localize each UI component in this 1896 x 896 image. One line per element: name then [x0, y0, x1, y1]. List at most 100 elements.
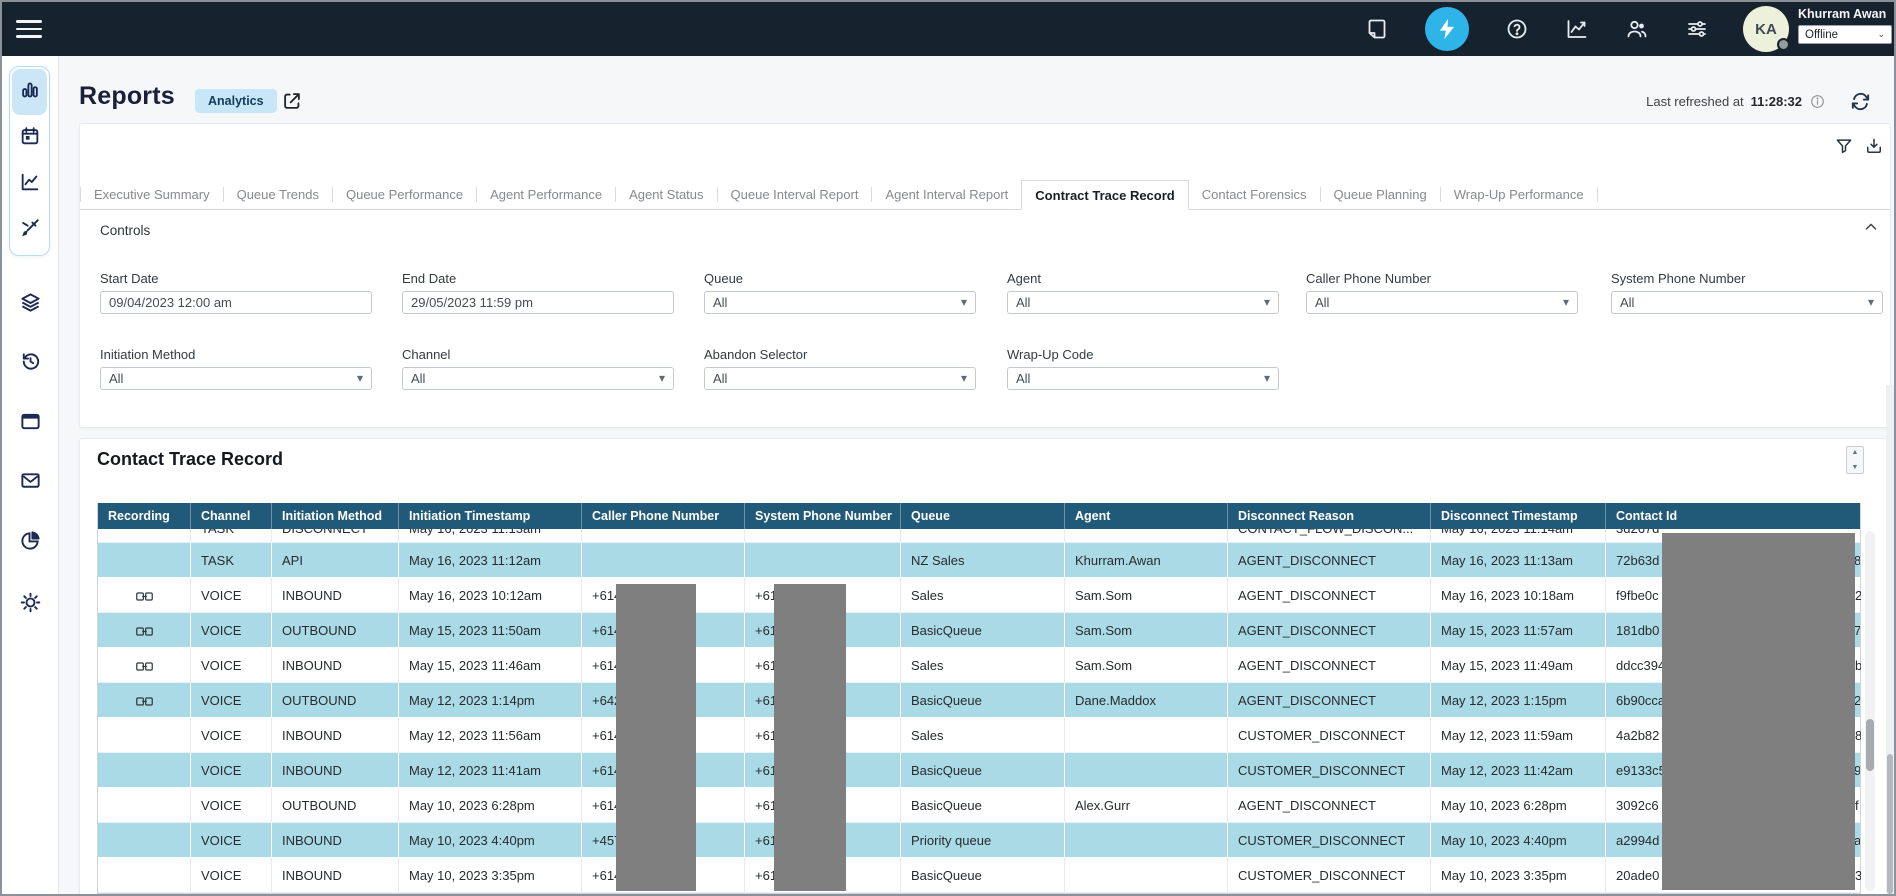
filter-channel-select[interactable]: All▾ [402, 367, 674, 390]
tab-queue-interval-report[interactable]: Queue Interval Report [718, 180, 872, 209]
table-row[interactable]: VOICEOUTBOUNDMay 10, 2023 6:28pm+614+612… [98, 788, 1860, 823]
cell-recording [98, 529, 191, 542]
people-icon[interactable] [1625, 17, 1649, 41]
page-scrollbar-track[interactable] [1886, 385, 1894, 896]
hamburger-menu-icon[interactable] [16, 16, 42, 42]
cell-queue: BasicQueue [901, 613, 1065, 647]
tab-contact-forensics[interactable]: Contact Forensics [1189, 180, 1320, 209]
table-row[interactable]: VOICEOUTBOUNDMay 12, 2023 1:14pm+642+612… [98, 683, 1860, 718]
column-header-recording[interactable]: Recording [98, 503, 191, 529]
filter-system-phone-number-select[interactable]: All▾ [1611, 291, 1883, 314]
filter-start-date-label: Start Date [100, 271, 372, 286]
contact-id-prefix: 72b63d [1616, 553, 1659, 568]
page-scrollbar-thumb[interactable] [1887, 754, 1893, 894]
chevron-down-icon: ▾ [357, 371, 363, 385]
sidebar-item-design[interactable] [12, 207, 47, 253]
cell-text: Sales [911, 658, 944, 673]
table-title-scrollbar[interactable]: ▲▼ [1846, 446, 1864, 474]
table-scrollbar-track[interactable] [1865, 531, 1875, 891]
tab-queue-planning[interactable]: Queue Planning [1321, 180, 1440, 209]
cell-agent [1065, 858, 1228, 892]
sidebar-item-layers[interactable] [2, 291, 59, 319]
column-header-system-phone-number[interactable]: System Phone Number [745, 503, 901, 529]
topbar: KA Khurram Awan Offline ⌄ [2, 2, 1894, 56]
table-row[interactable]: VOICEINBOUNDMay 12, 2023 11:41am+614+612… [98, 753, 1860, 788]
table-scrollbar-thumb[interactable] [1866, 719, 1874, 771]
column-header-agent[interactable]: Agent [1065, 503, 1228, 529]
contact-id-prefix: e9133c5 [1616, 763, 1666, 778]
refresh-icon[interactable] [1849, 90, 1872, 113]
info-icon[interactable] [1809, 93, 1826, 110]
table-row[interactable]: VOICEOUTBOUNDMay 15, 2023 11:50am+614+61… [98, 613, 1860, 648]
column-header-channel[interactable]: Channel [191, 503, 272, 529]
filter-initiation-method-select[interactable]: All▾ [100, 367, 372, 390]
column-header-disconnect-reason[interactable]: Disconnect Reason [1228, 503, 1431, 529]
tab-queue-performance[interactable]: Queue Performance [333, 180, 476, 209]
cell-queue: BasicQueue [901, 683, 1065, 717]
sliders-icon[interactable] [1685, 17, 1709, 41]
tab-queue-trends[interactable]: Queue Trends [224, 180, 332, 209]
table-row[interactable]: VOICEINBOUNDMay 16, 2023 10:12am+614+612… [98, 578, 1860, 613]
filter-wrap-up-code-select[interactable]: All▾ [1007, 367, 1279, 390]
cell-queue: Sales [901, 648, 1065, 682]
filter-queue-select[interactable]: All▾ [704, 291, 976, 314]
tab-agent-interval-report[interactable]: Agent Interval Report [872, 180, 1021, 209]
help-icon[interactable] [1505, 17, 1529, 41]
cell-recording [98, 718, 191, 752]
cell-text: May 16, 2023 11:13am [1441, 553, 1573, 568]
sidebar-item-pie-chart[interactable] [2, 529, 59, 557]
contact-id-prefix: a2994d [1616, 833, 1659, 848]
column-header-queue[interactable]: Queue [901, 503, 1065, 529]
tab-agent-performance[interactable]: Agent Performance [477, 180, 615, 209]
tab-executive-summary[interactable]: Executive Summary [81, 180, 223, 209]
table-row[interactable]: TASKAPIMay 16, 2023 11:12amNZ SalesKhurr… [98, 543, 1860, 578]
settings-icon [19, 591, 42, 619]
filter-end-date-input[interactable]: 29/05/2023 11:59 pm [402, 291, 674, 314]
status-select[interactable]: Offline ⌄ [1798, 25, 1892, 44]
filter-abandon-selector-select[interactable]: All▾ [704, 367, 976, 390]
column-header-disconnect-timestamp[interactable]: Disconnect Timestamp [1431, 503, 1606, 529]
column-header-initiation-method[interactable]: Initiation Method [272, 503, 399, 529]
cell-text: INBOUND [282, 763, 342, 778]
notes-icon[interactable] [1365, 17, 1389, 41]
download-icon[interactable] [1864, 136, 1884, 156]
sidebar-item-bar-chart[interactable] [12, 69, 47, 115]
tab-agent-status[interactable]: Agent Status [616, 180, 716, 209]
recording-link-icon[interactable] [136, 625, 153, 636]
table-row[interactable]: TASKDISCONNECTMay 16, 2023 11:13amCONTAC… [98, 529, 1860, 543]
tab-wrap-up-performance[interactable]: Wrap-Up Performance [1441, 180, 1597, 209]
filter-caller-phone-number-select[interactable]: All▾ [1306, 291, 1578, 314]
sidebar-item-mail[interactable] [2, 469, 59, 497]
table-row[interactable]: VOICEINBOUNDMay 12, 2023 11:56am+614+612… [98, 718, 1860, 753]
cell-text: May 10, 2023 3:35pm [409, 868, 535, 883]
cell-text: May 10, 2023 4:40pm [1441, 833, 1567, 848]
recording-link-icon[interactable] [136, 590, 153, 601]
external-link-icon[interactable] [281, 90, 303, 112]
flash-icon[interactable] [1425, 7, 1469, 51]
page-title: Reports [79, 82, 175, 111]
table-row[interactable]: VOICEINBOUNDMay 15, 2023 11:46am+614+612… [98, 648, 1860, 683]
filter-start-date-input[interactable]: 09/04/2023 12:00 am [100, 291, 372, 314]
tab-contract-trace-record[interactable]: Contract Trace Record [1021, 180, 1188, 210]
table-row[interactable]: VOICEINBOUNDMay 10, 2023 3:35pm+614+612B… [98, 858, 1860, 893]
recording-link-icon[interactable] [136, 660, 153, 671]
sidebar-item-window[interactable] [2, 410, 59, 438]
sidebar-item-line-chart[interactable] [12, 161, 47, 207]
column-header-caller-phone-number[interactable]: Caller Phone Number [582, 503, 745, 529]
sidebar-item-settings[interactable] [2, 591, 59, 619]
column-header-contact-id[interactable]: Contact Id [1606, 503, 1862, 529]
column-header-initiation-timestamp[interactable]: Initiation Timestamp [399, 503, 582, 529]
table-row[interactable]: VOICEINBOUNDMay 10, 2023 4:40pm+457+612P… [98, 823, 1860, 858]
controls-card: Executive SummaryQueue TrendsQueue Perfo… [79, 123, 1891, 428]
filter-funnel-icon[interactable] [1834, 136, 1854, 156]
metrics-icon[interactable] [1565, 17, 1589, 41]
chevron-up-icon[interactable] [1862, 218, 1880, 236]
recording-link-icon[interactable] [136, 695, 153, 706]
sidebar-item-calendar[interactable] [12, 115, 47, 161]
cell-text: API [282, 553, 303, 568]
cell-text: CUSTOMER_DISCONNECT [1238, 728, 1405, 743]
avatar[interactable]: KA [1743, 6, 1789, 52]
sidebar-item-history[interactable] [2, 350, 59, 378]
filter-agent-select[interactable]: All▾ [1007, 291, 1279, 314]
cell-initiation-method: INBOUND [272, 823, 399, 857]
